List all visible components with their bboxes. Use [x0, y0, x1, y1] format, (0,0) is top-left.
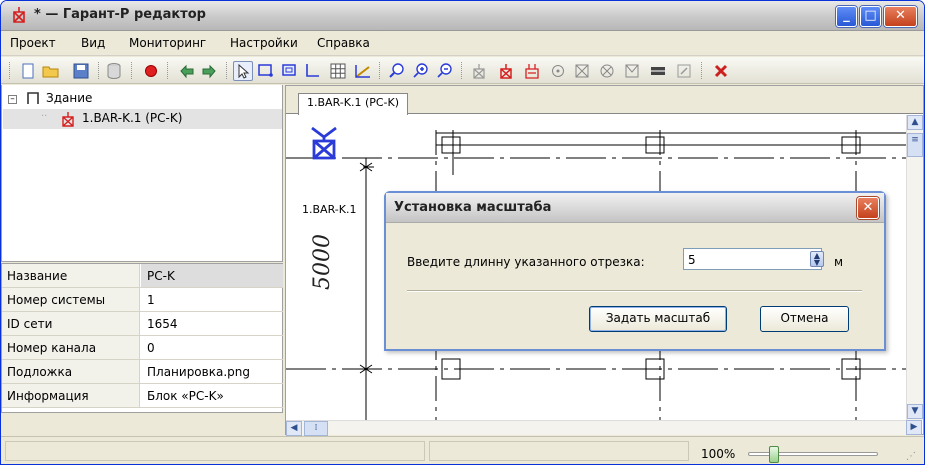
- prop-row-system[interactable]: Номер системы 1: [2, 288, 283, 312]
- prop-label: Номер системы: [2, 288, 140, 311]
- zoom-in-icon[interactable]: [411, 61, 431, 81]
- draw-wall-icon[interactable]: [256, 61, 276, 81]
- zoom-slider-thumb[interactable]: [769, 446, 779, 463]
- window-title: * — Гарант-Р редактор: [34, 7, 206, 22]
- menu-monitoring[interactable]: Мониторинг: [129, 36, 206, 50]
- prop-row-info[interactable]: Информация Блок «PC-K»: [2, 384, 283, 408]
- open-folder-icon[interactable]: [41, 61, 61, 81]
- scroll-down-icon[interactable]: ▼: [907, 404, 923, 419]
- database-icon[interactable]: [104, 61, 124, 81]
- length-input[interactable]: [683, 248, 822, 270]
- scroll-right-icon[interactable]: ▶: [906, 420, 922, 435]
- length-prompt: Введите длинну указанного отрезка:: [407, 255, 645, 269]
- apply-scale-button[interactable]: Задать масштаб: [589, 306, 727, 332]
- maximize-button[interactable]: □: [860, 6, 881, 27]
- status-cell-secondary: [429, 441, 689, 461]
- close-button[interactable]: ✕: [884, 6, 917, 27]
- minimize-button[interactable]: _: [836, 6, 857, 27]
- scale-dialog: Установка масштаба ✕ Введите длинну указ…: [384, 191, 886, 351]
- prop-row-network-id[interactable]: ID сети 1654: [2, 312, 283, 336]
- prop-value[interactable]: 1654: [141, 312, 178, 335]
- length-spinner-icon[interactable]: ▲ ▼: [810, 251, 824, 267]
- grid-icon[interactable]: [328, 61, 348, 81]
- toolbar-grip: [9, 62, 12, 79]
- title-bar[interactable]: * — Гарант-Р редактор _ □ ✕: [1, 1, 924, 31]
- menu-view[interactable]: Вид: [81, 36, 105, 50]
- zoom-slider[interactable]: [748, 446, 878, 463]
- edit-icon[interactable]: [674, 61, 694, 81]
- dialog-title-bar[interactable]: Установка масштаба ✕: [386, 193, 884, 223]
- prop-value[interactable]: 0: [141, 336, 155, 359]
- prop-label: Подложка: [2, 360, 140, 383]
- object-tree: – Здание ·· 1.BAR-K.1 (PC-K): [1, 85, 283, 262]
- pointer-icon[interactable]: [233, 61, 253, 81]
- delete-icon[interactable]: [711, 61, 731, 81]
- vertical-scrollbar[interactable]: ▲ ≡ ▼: [906, 115, 923, 420]
- status-bar: 100% ⋰: [1, 436, 924, 464]
- zoom-out-icon[interactable]: [435, 61, 455, 81]
- measure-icon[interactable]: [353, 61, 373, 81]
- zoom-level-text: 100%: [701, 447, 736, 461]
- device-panel-icon[interactable]: [522, 61, 542, 81]
- tab-floor-plan[interactable]: 1.BAR-K.1 (PC-K): [298, 93, 409, 115]
- cancel-button[interactable]: Отмена: [760, 306, 849, 332]
- record-icon[interactable]: [141, 61, 161, 81]
- block-icon[interactable]: [648, 61, 668, 81]
- tree-child-label: 1.BAR-K.1 (PC-K): [82, 111, 183, 125]
- save-icon[interactable]: [71, 61, 91, 81]
- prop-label: ID сети: [2, 312, 140, 335]
- device-icon-tree: [60, 111, 76, 130]
- dialog-divider: [407, 290, 862, 292]
- toolbar: [1, 57, 924, 84]
- device-red-icon[interactable]: [496, 61, 516, 81]
- menu-project[interactable]: Проект: [10, 36, 56, 50]
- prop-label: Информация: [2, 384, 140, 407]
- prop-row-channel[interactable]: Номер канала 0: [2, 336, 283, 360]
- menu-bar: Проект Вид Мониторинг Настройки Справка: [1, 32, 924, 56]
- sensor-circle-icon[interactable]: [548, 61, 568, 81]
- prop-value[interactable]: Блок «PC-K»: [141, 384, 224, 407]
- prop-value[interactable]: 1: [141, 288, 155, 311]
- collapse-icon[interactable]: –: [8, 95, 17, 104]
- device-icon[interactable]: [469, 61, 489, 81]
- resize-grip-icon[interactable]: ⋰: [906, 451, 916, 462]
- undo-icon[interactable]: [177, 61, 197, 81]
- sensor-triangle-icon[interactable]: [622, 61, 642, 81]
- prop-label: Номер канала: [2, 336, 140, 359]
- prop-value[interactable]: Планировка.png: [141, 360, 250, 383]
- vscroll-thumb[interactable]: ≡: [907, 133, 923, 157]
- tree-item-building[interactable]: – Здание: [2, 89, 282, 109]
- device-marker-icon[interactable]: [309, 125, 339, 164]
- horizontal-scrollbar[interactable]: ◀ ⁞: [286, 420, 906, 436]
- zoom-1-icon[interactable]: [387, 61, 407, 81]
- app-device-icon: [10, 6, 28, 24]
- menu-help[interactable]: Справка: [317, 36, 370, 50]
- dialog-title: Установка масштаба: [394, 200, 552, 215]
- length-unit: м: [834, 255, 844, 269]
- prop-value[interactable]: PC-K: [141, 264, 283, 287]
- dimension-label: 5000: [310, 234, 335, 290]
- prop-label: Название: [2, 264, 140, 287]
- prop-row-name[interactable]: Название PC-K: [2, 264, 283, 288]
- sensor-x-icon[interactable]: [597, 61, 617, 81]
- dialog-close-button[interactable]: ✕: [857, 197, 879, 219]
- tree-root-label: Здание: [46, 91, 93, 105]
- status-cell-main: [5, 441, 425, 461]
- scroll-left-icon[interactable]: ◀: [286, 421, 302, 436]
- draw-room-icon[interactable]: [280, 61, 300, 81]
- tree-line: ··: [41, 111, 48, 122]
- building-icon: [26, 91, 40, 108]
- tree-item-device[interactable]: ·· 1.BAR-K.1 (PC-K): [3, 109, 282, 129]
- properties-grid: Название PC-K Номер системы 1 ID сети 16…: [1, 263, 283, 413]
- hscroll-thumb[interactable]: ⁞: [304, 421, 328, 436]
- prop-row-background[interactable]: Подложка Планировка.png: [2, 360, 283, 384]
- menu-settings[interactable]: Настройки: [230, 36, 298, 50]
- redo-icon[interactable]: [199, 61, 219, 81]
- sensor-square-icon[interactable]: [572, 61, 592, 81]
- draw-line-icon[interactable]: [303, 61, 323, 81]
- scroll-up-icon[interactable]: ▲: [907, 115, 923, 130]
- app-window: * — Гарант-Р редактор _ □ ✕ Проект Вид М…: [0, 0, 925, 465]
- new-doc-icon[interactable]: [18, 61, 38, 81]
- tab-strip: 1.BAR-K.1 (PC-K): [286, 86, 923, 115]
